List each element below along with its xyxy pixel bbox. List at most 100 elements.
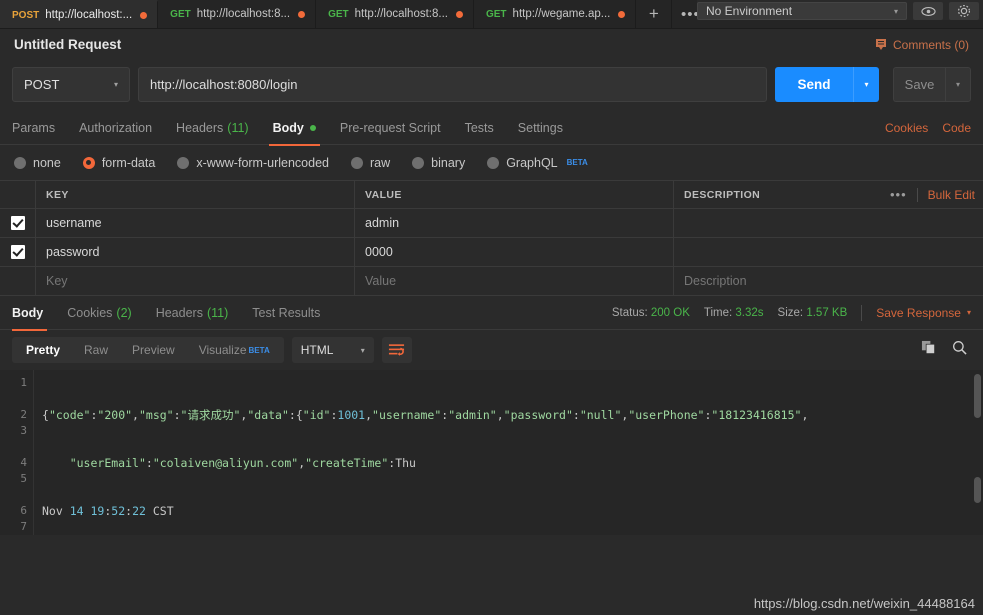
request-tab-4[interactable]: GET http://wegame.ap... — [474, 0, 637, 28]
checkbox-checked-icon[interactable] — [10, 216, 25, 230]
table-header-row: KEY VALUE DESCRIPTION ••• Bulk Edit — [0, 181, 983, 209]
request-tab-1[interactable]: POST http://localhost:... — [0, 0, 159, 28]
environment-quick-look-button[interactable] — [913, 2, 943, 20]
response-tab-body[interactable]: Body — [12, 296, 55, 331]
radio-icon — [487, 156, 500, 169]
code-link[interactable]: Code — [942, 121, 971, 135]
unsaved-dot-icon — [140, 11, 148, 19]
line-number: 4 — [20, 456, 27, 469]
tab-settings[interactable]: Settings — [506, 112, 575, 145]
tab-method-label: GET — [485, 8, 507, 20]
tab-method-label: GET — [170, 8, 191, 20]
radio-icon — [14, 156, 26, 169]
new-description-input[interactable]: Description — [674, 274, 757, 288]
new-value-input[interactable]: Value — [355, 267, 674, 295]
environment-area: No Environment ▾ — [697, 0, 983, 20]
radio-icon — [412, 156, 425, 169]
tab-tests[interactable]: Tests — [453, 112, 506, 145]
response-tab-test-results[interactable]: Test Results — [240, 296, 332, 330]
tab-body[interactable]: Body — [261, 112, 328, 146]
tab-headers[interactable]: Headers (11) — [164, 112, 261, 145]
tab-label: Test Results — [252, 305, 321, 320]
table-more-icon[interactable]: ••• — [890, 187, 907, 202]
tab-count: (11) — [227, 121, 249, 135]
copy-button[interactable] — [921, 340, 936, 360]
radio-icon — [351, 156, 363, 169]
response-tab-headers[interactable]: Headers (11) — [144, 296, 241, 330]
tab-pre-request-script[interactable]: Pre-request Script — [328, 112, 453, 145]
body-type-none[interactable]: none — [14, 156, 61, 170]
code-line: {"code":"200","msg":"请求成功","data":{"id":… — [42, 408, 809, 422]
copy-icon — [921, 340, 935, 354]
row-value[interactable]: admin — [355, 209, 674, 237]
save-options-button[interactable]: ▾ — [945, 67, 971, 102]
status-badge: 200 OK — [650, 306, 690, 319]
url-input[interactable]: http://localhost:8080/login — [138, 67, 767, 102]
request-tab-2[interactable]: GET http://localhost:8... — [158, 0, 317, 28]
request-tab-3[interactable]: GET http://localhost:8... — [316, 0, 474, 28]
code-scrollbar-thumb[interactable] — [974, 374, 981, 418]
new-key-input[interactable]: Key — [36, 267, 355, 295]
body-type-graphql[interactable]: GraphQL BETA — [487, 156, 588, 170]
tab-count: (11) — [206, 305, 229, 320]
tab-authorization[interactable]: Authorization — [67, 112, 164, 145]
table-row[interactable]: username admin — [0, 209, 983, 238]
cookies-link[interactable]: Cookies — [885, 121, 928, 135]
response-content-type-select[interactable]: HTML ▾ — [291, 337, 374, 363]
request-title-row: Untitled Request Comments (0) — [0, 29, 983, 60]
row-checkbox-cell[interactable] — [0, 238, 36, 266]
format-visualize[interactable]: Visualize BETA — [187, 337, 282, 363]
response-body-viewer[interactable]: 1 2 3 4 5 6 7 {"code":"200","msg":"请求成功"… — [0, 370, 983, 535]
code-scrollbar-thumb-lower[interactable] — [974, 477, 981, 503]
body-type-form-data[interactable]: form-data — [82, 156, 155, 170]
search-button[interactable] — [952, 340, 967, 360]
body-type-x-www-form-urlencoded[interactable]: x-www-form-urlencoded — [177, 156, 329, 170]
tab-label: Tests — [464, 121, 494, 135]
save-response-button[interactable]: Save Response ▾ — [876, 306, 971, 320]
environment-selected-label: No Environment — [706, 4, 793, 18]
tab-label: Params — [12, 121, 56, 135]
save-button[interactable]: Save — [893, 67, 945, 102]
send-options-button[interactable]: ▾ — [853, 67, 879, 102]
row-value[interactable]: 0000 — [355, 238, 674, 266]
line-number: 3 — [20, 424, 27, 437]
http-method-select[interactable]: POST ▾ — [12, 67, 130, 102]
divider — [916, 187, 918, 202]
table-row-empty[interactable]: Key Value Description — [0, 267, 983, 296]
row-checkbox-cell[interactable] — [0, 209, 36, 237]
format-preview[interactable]: Preview — [120, 337, 187, 363]
comments-button[interactable]: Comments (0) — [875, 38, 969, 52]
url-text: http://localhost:8080/login — [150, 77, 298, 92]
body-type-options: none form-data x-www-form-urlencoded raw… — [0, 145, 983, 180]
body-type-label: raw — [370, 155, 391, 170]
gear-icon — [957, 4, 971, 18]
body-type-label: binary — [431, 155, 466, 170]
postman-window: POST http://localhost:... GET http://loc… — [0, 0, 983, 615]
bulk-edit-button[interactable]: Bulk Edit — [928, 188, 975, 202]
word-wrap-button[interactable] — [381, 337, 412, 363]
row-key[interactable]: username — [36, 209, 355, 237]
body-type-binary[interactable]: binary — [412, 156, 465, 170]
environment-settings-button[interactable] — [949, 2, 979, 20]
row-key[interactable]: password — [36, 238, 355, 266]
row-checkbox-cell — [0, 267, 36, 295]
send-button[interactable]: Send — [775, 67, 853, 102]
form-data-table: KEY VALUE DESCRIPTION ••• Bulk Edit user… — [0, 180, 983, 296]
tab-params[interactable]: Params — [12, 112, 67, 145]
format-raw[interactable]: Raw — [72, 337, 120, 363]
comments-label: Comments (0) — [892, 37, 969, 52]
divider — [861, 304, 863, 321]
format-pretty[interactable]: Pretty — [14, 337, 72, 363]
request-tabs-right-links: Cookies Code — [885, 121, 971, 135]
tab-count: (2) — [116, 305, 132, 320]
line-number: 1 — [20, 376, 27, 389]
table-row[interactable]: password 0000 — [0, 238, 983, 267]
checkbox-checked-icon[interactable] — [10, 245, 25, 259]
line-number-gutter: 1 2 3 4 5 6 7 — [0, 370, 34, 535]
environment-select[interactable]: No Environment ▾ — [697, 2, 907, 20]
body-type-raw[interactable]: raw — [351, 156, 390, 170]
tab-label: Authorization — [79, 121, 153, 135]
response-tab-cookies[interactable]: Cookies (2) — [55, 296, 143, 330]
response-body-code[interactable]: {"code":"200","msg":"请求成功","data":{"id":… — [34, 370, 983, 535]
new-tab-button[interactable]: + — [636, 0, 673, 28]
